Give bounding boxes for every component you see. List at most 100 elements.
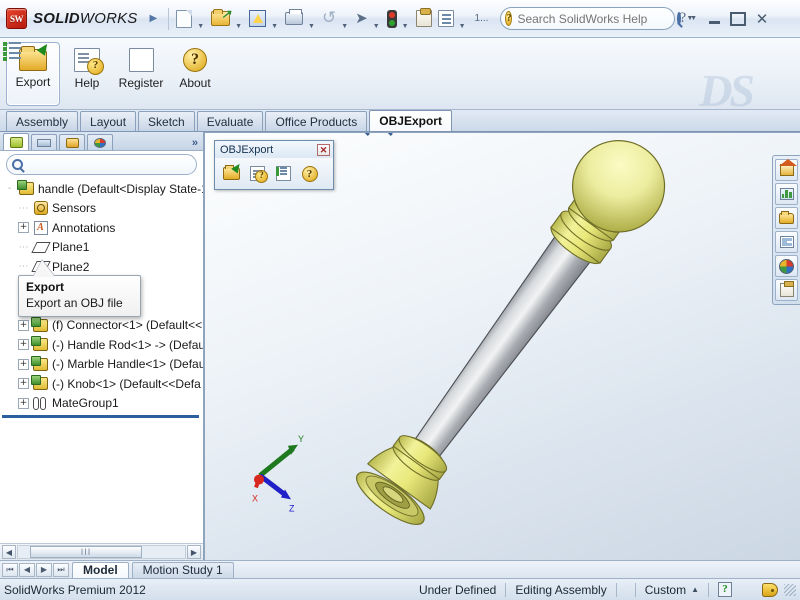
previous-tab-button[interactable]: ◀ — [19, 563, 35, 577]
resize-grip[interactable] — [784, 584, 796, 596]
zoom-to-area-icon[interactable] — [372, 132, 393, 134]
tree-row-sensors[interactable]: ⋯ Sensors — [2, 199, 203, 219]
scrollbar-track[interactable]: III — [17, 545, 186, 559]
tree-row-knob[interactable]: + (-) Knob<1> (Default<<Defa — [2, 374, 203, 394]
palette-title-bar[interactable]: OBJExport ✕ — [215, 141, 333, 158]
tree-expander[interactable]: + — [18, 339, 29, 350]
menu-expand-chevron-icon[interactable]: ▶ — [144, 13, 164, 24]
tree-expander[interactable]: - — [4, 183, 15, 194]
new-document-dropdown[interactable]: ▼ — [196, 23, 207, 30]
ribbon-register-button[interactable]: Register — [114, 42, 168, 90]
help-dropdown-icon[interactable]: ▼ — [690, 15, 701, 22]
undo-button[interactable]: ↺ — [320, 5, 338, 33]
tab-office-products[interactable]: Office Products — [265, 111, 367, 131]
file-explorer-icon[interactable] — [775, 207, 798, 229]
print-button[interactable] — [283, 5, 305, 33]
measure-dropdown[interactable]: ▼ — [401, 23, 412, 30]
undo-dropdown[interactable]: ▼ — [340, 23, 351, 30]
select-button[interactable]: ➤ — [353, 5, 370, 33]
tab-assembly[interactable]: Assembly — [6, 111, 78, 131]
minimize-button[interactable] — [703, 10, 725, 28]
solidworks-logo[interactable]: SW SOLIDWORKS — [4, 3, 142, 35]
tab-objexport[interactable]: OBJExport — [369, 110, 452, 131]
status-units[interactable]: Custom — [645, 583, 686, 597]
tree-expander[interactable]: + — [18, 378, 29, 389]
toolbar-overflow-label[interactable]: 1... — [471, 13, 493, 24]
feature-tree-horizontal-scrollbar[interactable]: ◀ III ▶ — [0, 543, 203, 560]
status-units-arrow[interactable]: ▲ — [691, 585, 699, 594]
tree-row-annotations[interactable]: + A Annotations — [2, 218, 203, 238]
next-tab-button[interactable]: ▶ — [36, 563, 52, 577]
tab-model[interactable]: Model — [72, 562, 129, 578]
palette-export-button[interactable] — [221, 163, 242, 184]
options-dropdown[interactable]: ▼ — [458, 23, 469, 30]
tab-layout[interactable]: Layout — [80, 111, 136, 131]
tree-expander[interactable]: + — [18, 320, 29, 331]
maximize-button[interactable] — [727, 10, 749, 28]
status-help-badge[interactable]: ? — [718, 582, 732, 597]
open-document-dropdown[interactable]: ▼ — [234, 23, 245, 30]
tree-row-plane1[interactable]: ⋯ Plane1 — [2, 238, 203, 258]
solidworks-resources-icon[interactable] — [775, 159, 798, 181]
design-library-icon[interactable] — [775, 183, 798, 205]
feature-manager-overflow-chevron[interactable]: » — [192, 137, 203, 150]
ribbon-about-button[interactable]: ? About — [168, 42, 222, 90]
feature-tree-filter[interactable] — [6, 154, 197, 175]
tab-evaluate[interactable]: Evaluate — [197, 111, 264, 131]
scroll-left-button[interactable]: ◀ — [2, 545, 16, 559]
close-button[interactable]: ✕ — [751, 10, 773, 28]
print-dropdown[interactable]: ▼ — [307, 23, 318, 30]
measure-button[interactable] — [385, 5, 399, 33]
open-document-button[interactable]: ↗ — [209, 5, 232, 33]
graphics-area[interactable]: ◧ ◨ – ❐ ✕ ⟲ ▼ ▼ ∞ ▼ ▼ — [205, 132, 800, 560]
section-view-icon[interactable] — [418, 132, 439, 134]
rebuild-button[interactable] — [247, 5, 268, 33]
palette-help-button[interactable] — [247, 163, 268, 184]
notes-button[interactable] — [414, 5, 434, 33]
scroll-right-button[interactable]: ▶ — [187, 545, 201, 559]
feature-tree-splitter[interactable] — [2, 415, 199, 418]
previous-view-icon[interactable]: ⟲ — [395, 132, 416, 134]
tab-motion-study-1[interactable]: Motion Study 1 — [132, 562, 234, 578]
tree-row-handle-rod[interactable]: + (-) Handle Rod<1> -> (Defau — [2, 335, 203, 355]
edit-appearance-icon[interactable] — [546, 132, 567, 134]
palette-register-button[interactable] — [273, 163, 294, 184]
tag-icon[interactable] — [762, 583, 778, 597]
feature-tree-tab[interactable] — [3, 133, 29, 150]
tree-row-mategroup[interactable]: + MateGroup1 — [2, 394, 203, 414]
display-manager-tab[interactable] — [87, 134, 113, 150]
configuration-manager-tab[interactable] — [59, 134, 85, 150]
display-style-icon[interactable] — [476, 132, 497, 134]
palette-close-button[interactable]: ✕ — [317, 144, 330, 156]
view-palette-icon[interactable] — [775, 231, 798, 253]
ribbon-help-button[interactable]: Help — [60, 42, 114, 90]
palette-about-button[interactable]: ? — [299, 163, 320, 184]
tree-row-handle[interactable]: - handle (Default<Display State-1 — [2, 179, 203, 199]
help-search-box[interactable]: ? ▼ — [500, 7, 675, 30]
scrollbar-thumb[interactable]: III — [30, 546, 142, 558]
zoom-to-fit-icon[interactable] — [349, 132, 370, 134]
tab-sketch[interactable]: Sketch — [138, 111, 195, 131]
feature-tree-filter-input[interactable] — [27, 159, 191, 171]
property-manager-tab[interactable] — [31, 134, 57, 150]
select-dropdown[interactable]: ▼ — [372, 23, 383, 30]
search-input[interactable] — [517, 12, 672, 26]
tree-row-connector[interactable]: + (f) Connector<1> (Default<< — [2, 316, 203, 336]
rebuild-dropdown[interactable]: ▼ — [270, 23, 281, 30]
last-tab-button[interactable]: ⏭ — [53, 563, 69, 577]
options-button[interactable] — [436, 5, 456, 33]
new-document-button[interactable] — [174, 5, 194, 33]
tree-expander[interactable]: + — [18, 398, 29, 409]
view-orientation-icon[interactable] — [441, 132, 462, 134]
tree-row-marble-handle[interactable]: + (-) Marble Handle<1> (Defau — [2, 355, 203, 375]
appearances-scenes-icon[interactable] — [775, 255, 798, 277]
hide-show-items-icon[interactable]: ∞ — [511, 132, 532, 134]
custom-properties-icon[interactable] — [775, 279, 798, 301]
tree-expander[interactable]: + — [18, 222, 29, 233]
view-settings-icon[interactable] — [604, 132, 625, 134]
apply-scene-icon[interactable] — [569, 132, 590, 134]
first-tab-button[interactable]: ⏮ — [2, 563, 18, 577]
objexport-floating-toolbar[interactable]: OBJExport ✕ ? — [214, 140, 334, 190]
tree-expander[interactable]: + — [18, 359, 29, 370]
ribbon-export-button[interactable]: Export — [6, 42, 60, 106]
